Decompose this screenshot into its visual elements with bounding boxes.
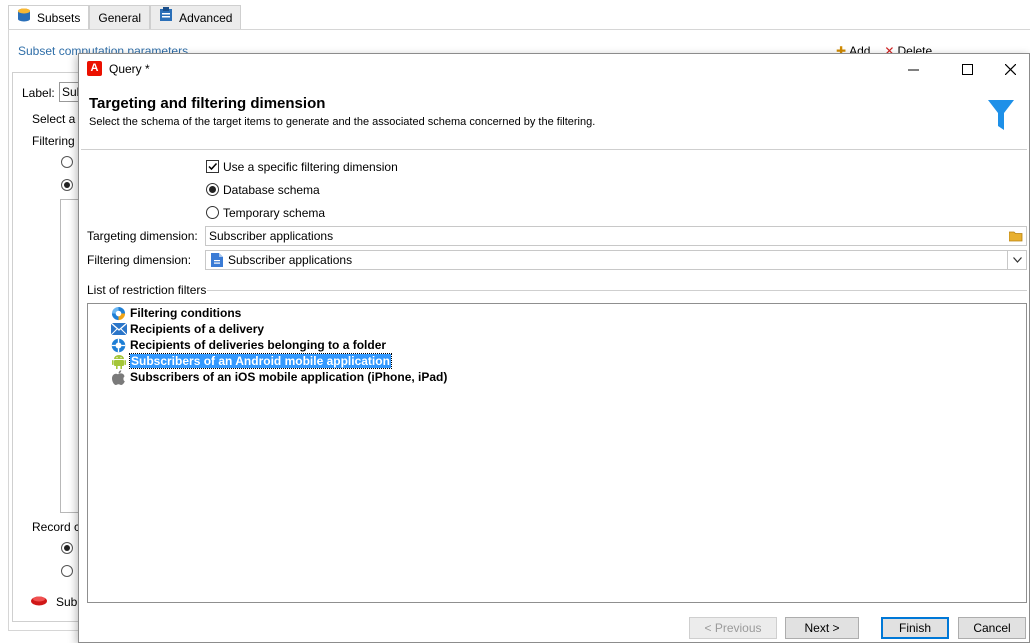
list-item-label: Subscribers of an Android mobile applica… [129, 353, 392, 369]
list-item-label: Filtering conditions [130, 306, 242, 320]
bg-radio-4[interactable] [61, 565, 73, 577]
query-dialog: A Query * Targeting and filtering dimens… [78, 53, 1030, 643]
list-item-recipients-delivery[interactable]: Recipients of a delivery [110, 321, 264, 337]
title-bar: A Query * [79, 54, 1029, 84]
filtering-dimension-value: Subscriber applications [228, 253, 353, 267]
tab-advanced[interactable]: Advanced [150, 5, 242, 30]
tab-general-label: General [98, 10, 142, 25]
page-subtitle: Select the schema of the target items to… [89, 116, 596, 128]
select-text: Select a s [32, 112, 85, 126]
tab-general[interactable]: General [89, 5, 151, 29]
use-specific-label: Use a specific filtering dimension [223, 160, 398, 174]
tab-advanced-label: Advanced [179, 10, 233, 25]
record-text: Record c [32, 520, 81, 534]
folder-delivery-icon [110, 337, 127, 353]
restriction-filters-list[interactable]: Filtering conditions Recipients of a del… [87, 303, 1027, 603]
database-schema-radio[interactable] [206, 183, 219, 196]
list-item-android-subscribers[interactable]: Subscribers of an Android mobile applica… [110, 353, 392, 369]
clipboard-icon [159, 6, 173, 30]
targeting-dimension-label: Targeting dimension: [87, 229, 198, 243]
header-divider [81, 149, 1027, 150]
tab-subsets-label: Subsets [37, 11, 81, 25]
apple-icon [110, 369, 127, 385]
tab-subsets[interactable]: Subsets [8, 5, 90, 30]
temporary-schema-label: Temporary schema [223, 206, 326, 220]
background-tabs: Subsets General Advanced [8, 5, 242, 30]
minimize-button[interactable] [890, 54, 936, 84]
folder-icon[interactable] [1008, 230, 1023, 245]
targeting-dimension-field[interactable]: Subscriber applications [205, 226, 1027, 246]
filtering-text: Filtering [32, 134, 75, 148]
subset-icon [30, 594, 48, 609]
group-divider [207, 290, 1027, 291]
next-button[interactable]: Next > [785, 617, 859, 639]
close-button[interactable] [990, 54, 1030, 84]
list-item-label: Subscribers of an iOS mobile application… [130, 370, 448, 384]
dialog-header: Targeting and filtering dimension Select… [79, 84, 1029, 150]
list-item-recipients-folder[interactable]: Recipients of deliveries belonging to a … [110, 337, 386, 353]
adobe-logo-icon: A [87, 61, 102, 76]
finish-button[interactable]: Finish [881, 617, 949, 639]
android-icon [110, 353, 127, 369]
restriction-filters-heading: List of restriction filters [87, 283, 207, 297]
next-button-label: Next > [804, 621, 840, 635]
bg-footer-label: Sub [56, 594, 78, 609]
bg-radio-2[interactable] [61, 179, 73, 191]
label-caption: Label: [22, 86, 55, 100]
finish-button-label: Finish [898, 621, 931, 635]
cancel-button[interactable]: Cancel [958, 617, 1026, 639]
filtering-dimension-select[interactable]: Subscriber applications [205, 250, 1027, 270]
list-item-label: Recipients of a delivery [130, 322, 265, 336]
close-icon [1004, 63, 1016, 75]
window-title: Query * [109, 62, 150, 76]
previous-button[interactable]: < Previous [689, 617, 777, 639]
checkmark-icon [208, 162, 218, 171]
temporary-schema-radio[interactable] [206, 206, 219, 219]
database-icon [17, 6, 31, 30]
filtering-dimension-label: Filtering dimension: [87, 253, 192, 267]
use-specific-checkbox[interactable] [206, 160, 219, 173]
page-title: Targeting and filtering dimension [89, 95, 326, 112]
list-item-label: Recipients of deliveries belonging to a … [130, 338, 387, 352]
bg-footer-item[interactable]: Sub [30, 594, 77, 609]
envelope-icon [110, 321, 127, 337]
list-item-ios-subscribers[interactable]: Subscribers of an iOS mobile application… [110, 369, 447, 385]
database-schema-label: Database schema [223, 183, 320, 197]
targeting-dimension-value: Subscriber applications [209, 229, 334, 243]
chevron-down-icon[interactable] [1007, 251, 1026, 269]
funnel-icon [988, 100, 1014, 135]
maximize-icon [961, 63, 973, 75]
bg-radio-1[interactable] [61, 156, 73, 168]
schema-document-icon [211, 253, 223, 270]
filter-conditions-icon [110, 305, 127, 321]
minimize-icon [907, 69, 919, 70]
list-item-filtering-conditions[interactable]: Filtering conditions [110, 305, 241, 321]
bg-radio-3[interactable] [61, 542, 73, 554]
maximize-button[interactable] [944, 54, 990, 84]
cancel-button-label: Cancel [973, 621, 1011, 635]
previous-button-label: < Previous [704, 621, 762, 635]
